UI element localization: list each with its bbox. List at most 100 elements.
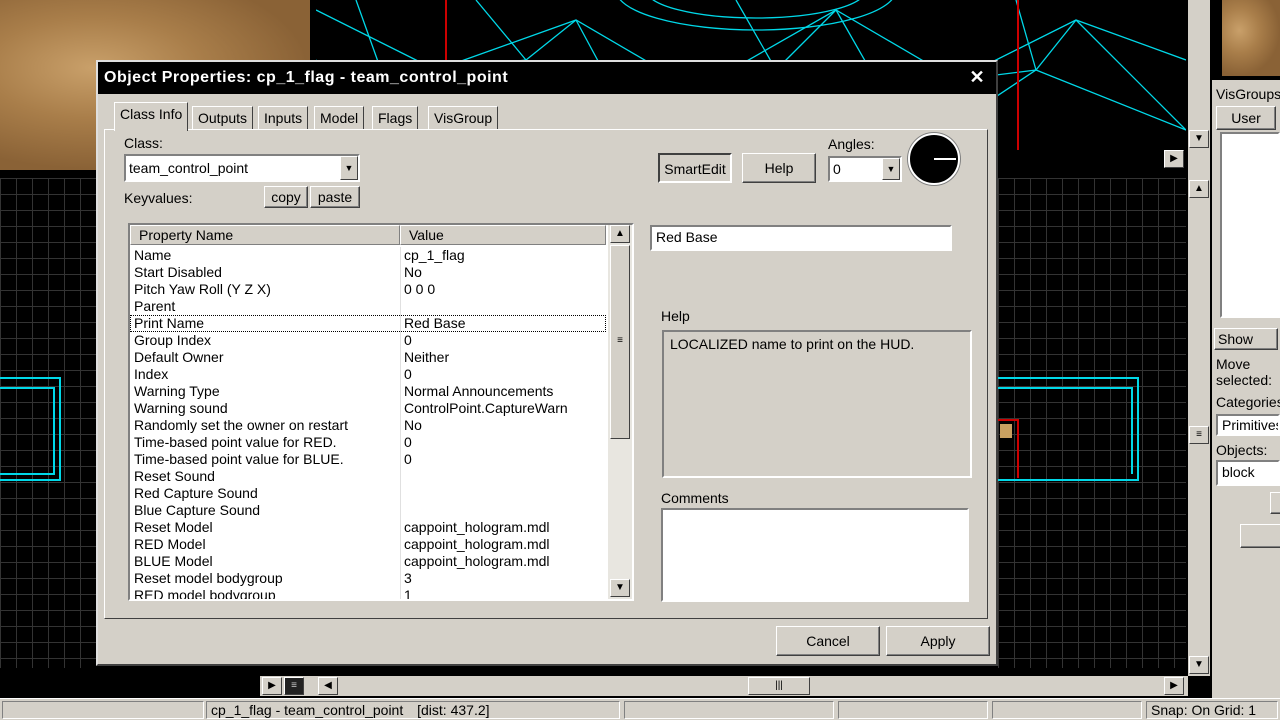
keyvalues-grid[interactable]: Property Name Value Name cp_1_flag Start D… xyxy=(128,223,634,601)
grid-row[interactable]: Print Name Red Base xyxy=(130,315,606,332)
tab-inputs[interactable]: Inputs xyxy=(258,106,309,130)
grid-row[interactable]: BLUE Model cappoint_hologram.mdl xyxy=(130,553,606,570)
grid-scroll-thumb[interactable]: ≡ xyxy=(610,245,630,439)
grid-row[interactable]: Start Disabled No xyxy=(130,264,606,281)
tab-class-info[interactable]: Class Info xyxy=(114,102,189,131)
smartedit-toggle[interactable]: SmartEdit xyxy=(658,153,732,183)
tab-flags[interactable]: Flags xyxy=(372,106,419,130)
tab-model[interactable]: Model xyxy=(314,106,365,130)
grid-row[interactable]: Reset model bodygroup 3 xyxy=(130,570,606,587)
grid-row[interactable]: Warning sound ControlPoint.CaptureWarn xyxy=(130,400,606,417)
grid-column-separator xyxy=(400,468,401,485)
grid-row-value: cp_1_flag xyxy=(404,247,465,263)
grid-scroll-down-button[interactable]: ▼ xyxy=(610,579,630,597)
grid-column-separator xyxy=(400,332,401,349)
copy-button[interactable]: copy xyxy=(264,186,308,208)
grid-column-separator xyxy=(400,519,401,536)
grid-row[interactable]: Index 0 xyxy=(130,366,606,383)
objects-select[interactable]: block xyxy=(1216,460,1280,486)
class-select[interactable]: team_control_point ▼ xyxy=(124,154,360,182)
apply-button[interactable]: Apply xyxy=(886,626,990,656)
column-header-property[interactable]: Property Name xyxy=(130,225,400,245)
chevron-down-icon[interactable]: ▼ xyxy=(340,156,358,180)
chevron-down-icon[interactable]: ▼ xyxy=(882,158,900,180)
grid-row[interactable]: RED model bodygroup 1 xyxy=(130,587,606,601)
grid-column-separator xyxy=(400,298,401,315)
grid-column-separator xyxy=(400,247,401,264)
grid-scroll-up-button[interactable]: ▲ xyxy=(610,225,630,243)
grid-row-value: 1 xyxy=(404,587,412,601)
grid-row[interactable]: Time-based point value for RED. 0 xyxy=(130,434,606,451)
grid-row[interactable]: RED Model cappoint_hologram.mdl xyxy=(130,536,606,553)
visgroups-user-tab[interactable]: User xyxy=(1216,106,1276,130)
grid-row-property: Reset Sound xyxy=(134,468,215,484)
angles-select[interactable]: 0 ▼ xyxy=(828,156,902,182)
dialog-title: Object Properties: cp_1_flag - team_cont… xyxy=(98,62,996,94)
viewport-vertical-scrollbar[interactable] xyxy=(1188,0,1210,676)
grid-row-value: 0 xyxy=(404,451,412,467)
grid-column-separator xyxy=(400,485,401,502)
grid-row[interactable]: Red Capture Sound xyxy=(130,485,606,502)
viewport-horizontal-scrollbar[interactable] xyxy=(260,676,1188,696)
angles-value: 0 xyxy=(833,161,841,177)
angles-label: Angles: xyxy=(828,136,875,152)
grid-viewport-left[interactable] xyxy=(0,178,96,668)
panel-button[interactable] xyxy=(1270,492,1280,514)
grid-row-property: BLUE Model xyxy=(134,553,213,569)
grid-row-property: Default Owner xyxy=(134,349,224,365)
scroll-up-button[interactable]: ▲ xyxy=(1189,180,1209,198)
scroll-right-button[interactable]: ▶ xyxy=(1164,150,1184,168)
grid-row[interactable]: Randomly set the owner on restart No xyxy=(130,417,606,434)
grid-row[interactable]: Group Index 0 xyxy=(130,332,606,349)
help-button[interactable]: Help xyxy=(742,153,816,183)
horizontal-scroll-thumb[interactable]: ||| xyxy=(748,677,810,695)
tab-visgroup[interactable]: VisGroup xyxy=(428,106,499,130)
scroll-left-button[interactable]: ◀ xyxy=(318,677,338,695)
scroll-right-button-3[interactable]: ▶ xyxy=(1164,677,1184,695)
value-edit-field[interactable]: Red Base xyxy=(650,225,952,251)
comments-textarea[interactable] xyxy=(661,508,969,602)
splitter-handle[interactable]: ≡ xyxy=(284,677,304,695)
grid-row[interactable]: Parent xyxy=(130,298,606,315)
close-icon[interactable]: ✕ xyxy=(966,67,988,87)
grid-row[interactable]: Name cp_1_flag xyxy=(130,247,606,264)
grid-row[interactable]: Reset Sound xyxy=(130,468,606,485)
grid-viewport-right[interactable] xyxy=(998,178,1186,668)
grid-scrollbar[interactable]: ▲ ≡ ▼ xyxy=(608,225,632,599)
visgroups-list[interactable] xyxy=(1220,132,1280,318)
grid-row[interactable]: Default Owner Neither xyxy=(130,349,606,366)
status-selection: cp_1_flag - team_control_point [dist: 43… xyxy=(206,701,620,719)
create-button[interactable] xyxy=(1240,524,1280,548)
grid-row-value: 0 xyxy=(404,332,412,348)
grid-column-separator xyxy=(400,502,401,519)
grid-row[interactable]: Blue Capture Sound xyxy=(130,502,606,519)
tab-outputs[interactable]: Outputs xyxy=(192,106,254,130)
grid-row-value: cappoint_hologram.mdl xyxy=(404,519,550,535)
grid-row[interactable]: Time-based point value for BLUE. 0 xyxy=(130,451,606,468)
grid-column-separator xyxy=(400,417,401,434)
grid-column-separator xyxy=(400,366,401,383)
scroll-thumb[interactable]: ≡ xyxy=(1189,426,1209,444)
grid-row-property: Group Index xyxy=(134,332,212,348)
grid-header: Property Name Value xyxy=(130,225,606,245)
categories-select[interactable]: Primitives xyxy=(1216,414,1280,436)
grid-row-value: 3 xyxy=(404,570,412,586)
grid-row[interactable]: Reset Model cappoint_hologram.mdl xyxy=(130,519,606,536)
grid-row[interactable]: Warning Type Normal Announcements xyxy=(130,383,606,400)
grid-row[interactable]: Pitch Yaw Roll (Y Z X) 0 0 0 xyxy=(130,281,606,298)
move-selected-label: Move selected: xyxy=(1216,356,1273,388)
paste-button[interactable]: paste xyxy=(310,186,360,208)
grid-column-separator xyxy=(400,349,401,366)
angle-dial[interactable] xyxy=(908,133,960,185)
right-tool-panel: VisGroups User Show Move selected: Categ… xyxy=(1212,80,1280,700)
grid-row-value: 0 xyxy=(404,434,412,450)
grid-row-value: Normal Announcements xyxy=(404,383,554,399)
show-button[interactable]: Show xyxy=(1214,328,1278,350)
scroll-down-button-2[interactable]: ▼ xyxy=(1189,656,1209,674)
column-header-value[interactable]: Value xyxy=(400,225,606,245)
scroll-down-button[interactable]: ▼ xyxy=(1189,130,1209,148)
cancel-button[interactable]: Cancel xyxy=(776,626,880,656)
grid-row-value: 0 0 0 xyxy=(404,281,436,297)
help-section-label: Help xyxy=(661,308,690,324)
scroll-right-button-2[interactable]: ▶ xyxy=(262,677,282,695)
